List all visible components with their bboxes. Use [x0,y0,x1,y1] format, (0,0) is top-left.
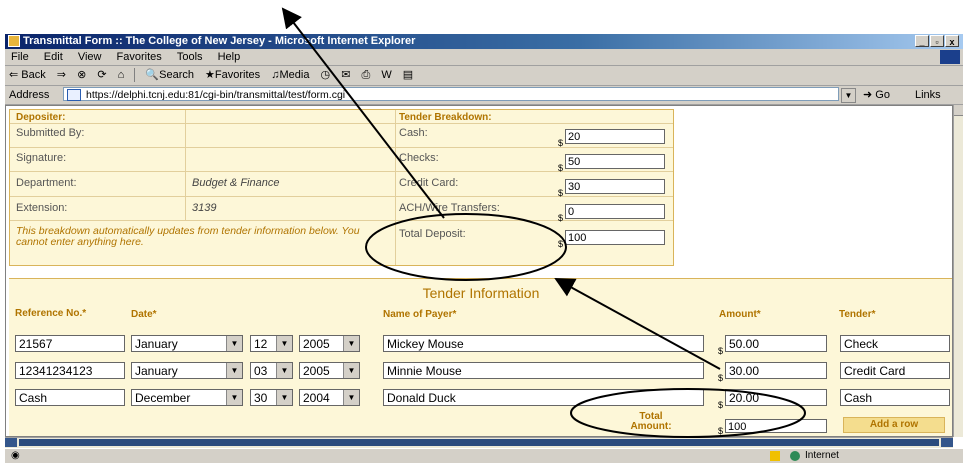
annotation-ellipse-total [570,388,806,438]
annotation-overlay [281,7,806,438]
annotation-arrow-middle [554,278,721,370]
annotation-ellipse-breakdown [365,213,567,281]
annotation-arrow-top [281,7,445,219]
